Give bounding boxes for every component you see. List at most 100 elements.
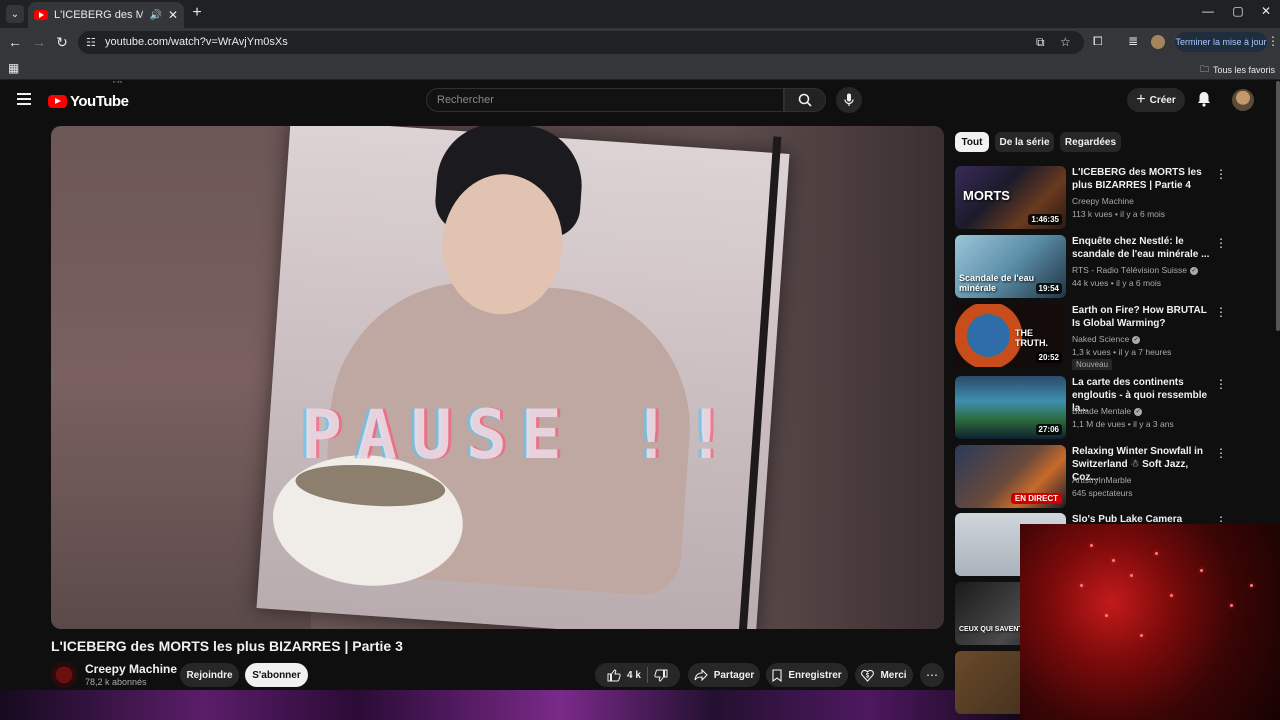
verified-icon: ✓ <box>1189 266 1198 275</box>
like-icon[interactable] <box>607 668 621 682</box>
recommendation-menu-icon[interactable]: ⋮ <box>1215 377 1227 391</box>
share-button[interactable]: Partager <box>688 663 760 687</box>
bookmark-icon <box>772 668 782 682</box>
maximize-icon[interactable]: ▢ <box>1223 4 1253 18</box>
recommendation-meta: 645 spectateurs <box>1072 488 1133 498</box>
recommendation-channel[interactable]: RTS - Radio Télévision Suisse ✓ <box>1072 265 1198 275</box>
light-dot <box>1170 594 1173 597</box>
page-scrollbar[interactable] <box>1276 81 1280 331</box>
video-duration: 19:54 <box>1035 283 1062 294</box>
video-thumbnail[interactable]: MORTS 1:46:35 <box>955 166 1066 229</box>
tab-search-icon[interactable]: ⌄ <box>6 5 24 23</box>
media-controls-icon[interactable]: ≣ <box>1128 34 1138 48</box>
recommendation-channel[interactable]: ArtistryInMarble <box>1072 475 1132 485</box>
recommendation-meta: 1,3 k vues • il y a 7 heures <box>1072 347 1172 357</box>
recommendation-menu-icon[interactable]: ⋮ <box>1215 167 1227 181</box>
reload-icon[interactable]: ↻ <box>53 33 71 51</box>
like-count[interactable]: 4 k <box>627 670 641 681</box>
youtube-page: YouTube FR Rechercher + Créer PAUSE !! L… <box>0 81 1280 720</box>
divider <box>646 667 648 683</box>
browser-profile-avatar[interactable] <box>1151 35 1165 49</box>
youtube-logo[interactable]: YouTube <box>48 93 129 110</box>
recommendation-item[interactable]: THE TRUTH. 20:52 Earth on Fire? How BRUT… <box>955 304 1265 370</box>
cast-icon[interactable]: ⧉ <box>1036 35 1045 50</box>
light-dot <box>1155 552 1158 555</box>
new-tab-icon[interactable]: + <box>188 4 206 22</box>
account-avatar[interactable] <box>1232 89 1254 111</box>
chip-watched[interactable]: Regardées <box>1060 132 1121 152</box>
recommendation-channel[interactable]: Naked Science ✓ <box>1072 334 1141 344</box>
join-button[interactable]: Rejoindre <box>180 663 239 687</box>
notifications-bell-icon[interactable] <box>1197 91 1211 107</box>
channel-name[interactable]: Creepy Machine <box>85 662 177 676</box>
recommendation-item[interactable]: EN DIRECT Relaxing Winter Snowfall in Sw… <box>955 445 1265 510</box>
all-bookmarks-button[interactable]: 🗀 Tous les favoris <box>1200 62 1275 78</box>
thanks-button[interactable]: $ Merci <box>855 663 913 687</box>
apps-grid-icon[interactable]: ▦ <box>8 61 19 75</box>
dislike-icon[interactable] <box>654 669 668 682</box>
search-icon <box>798 93 812 107</box>
site-info-icon[interactable]: ☷ <box>86 36 96 49</box>
voice-search-button[interactable] <box>836 87 862 113</box>
search-placeholder: Rechercher <box>437 94 494 106</box>
light-dot <box>1200 569 1203 572</box>
subscribe-button[interactable]: S'abonner <box>245 663 308 687</box>
thanks-label: Merci <box>880 669 907 681</box>
recommendation-channel[interactable]: Creepy Machine <box>1072 196 1134 206</box>
back-icon[interactable]: ← <box>6 33 24 51</box>
video-thumbnail[interactable]: 27:06 <box>955 376 1066 439</box>
chip-all[interactable]: Tout <box>955 132 989 152</box>
video-player[interactable]: PAUSE !! <box>51 126 944 629</box>
create-label: Créer <box>1149 94 1176 106</box>
thumbnail-text: THE TRUTH. <box>1015 328 1048 348</box>
recommendation-meta: 113 k vues • il y a 6 mois <box>1072 209 1166 219</box>
thumbnail-text: Scandale de l'eau minérale <box>959 273 1035 293</box>
video-title: L'ICEBERG des MORTS les plus BIZARRES | … <box>51 638 403 654</box>
recommendation-item[interactable]: 27:06 La carte des continents engloutis … <box>955 376 1265 441</box>
bookmark-star-icon[interactable]: ☆ <box>1060 35 1071 49</box>
create-button[interactable]: + Créer <box>1127 88 1185 112</box>
browser-menu-icon[interactable]: ⋮ <box>1267 34 1279 48</box>
video-thumbnail[interactable]: THE TRUTH. 20:52 <box>955 304 1066 367</box>
video-thumbnail[interactable]: Scandale de l'eau minérale 19:54 <box>955 235 1066 298</box>
save-button[interactable]: Enregistrer <box>766 663 848 687</box>
minimize-icon[interactable]: — <box>1193 4 1223 18</box>
more-actions-icon[interactable]: ⋯ <box>920 663 944 687</box>
live-badge: EN DIRECT <box>1010 493 1062 504</box>
like-dislike-group: 4 k <box>595 663 680 687</box>
all-bookmarks-label: Tous les favoris <box>1212 65 1275 75</box>
recommendation-title[interactable]: Enquête chez Nestlé: le scandale de l'ea… <box>1072 235 1212 261</box>
channel-name-text: Balade Mentale <box>1072 406 1132 416</box>
url-text[interactable]: youtube.com/watch?v=WrAvjYm0sXs <box>105 36 288 48</box>
channel-name-text: Naked Science <box>1072 334 1130 344</box>
search-input[interactable]: Rechercher <box>426 88 784 112</box>
recommendation-item[interactable]: MORTS 1:46:35 L'ICEBERG des MORTS les pl… <box>955 166 1265 231</box>
recommendation-meta: 44 k vues • il y a 6 mois <box>1072 278 1161 288</box>
video-thumbnail[interactable]: EN DIRECT <box>955 445 1066 508</box>
recommendation-title[interactable]: L'ICEBERG des MORTS les plus BIZARRES | … <box>1072 166 1212 192</box>
forward-icon[interactable]: → <box>30 33 48 51</box>
bookmarks-bar: ▦ 🗀 Tous les favoris <box>0 56 1280 80</box>
browser-tab-strip: ⌄ L'ICEBERG des MORTS les p 🔊 ✕ + — ▢ ✕ <box>0 0 1280 28</box>
menu-icon[interactable] <box>17 93 31 105</box>
browser-tab[interactable]: L'ICEBERG des MORTS les p 🔊 ✕ <box>28 2 184 28</box>
channel-avatar[interactable] <box>51 662 77 688</box>
close-window-icon[interactable]: ✕ <box>1251 4 1280 18</box>
super-thanks-icon: $ <box>861 669 875 682</box>
update-button[interactable]: Terminer la mise à jour <box>1175 32 1267 52</box>
extensions-icon[interactable]: ⧠ <box>1093 34 1103 49</box>
recommendation-menu-icon[interactable]: ⋮ <box>1215 446 1227 460</box>
address-bar[interactable]: ☷ youtube.com/watch?v=WrAvjYm0sXs ⧉ ☆ <box>78 31 1084 54</box>
recommendation-menu-icon[interactable]: ⋮ <box>1215 305 1227 319</box>
share-icon <box>694 669 708 681</box>
recommendation-item[interactable]: Scandale de l'eau minérale 19:54 Enquête… <box>955 235 1265 300</box>
recommendation-menu-icon[interactable]: ⋮ <box>1215 236 1227 250</box>
search-button[interactable] <box>784 88 826 112</box>
country-code: FR <box>113 81 123 85</box>
chip-series[interactable]: De la série <box>995 132 1054 152</box>
light-dot <box>1105 614 1108 617</box>
recommendation-channel[interactable]: Balade Mentale ✓ <box>1072 406 1143 416</box>
audio-playing-icon[interactable]: 🔊 <box>149 10 161 21</box>
tab-close-icon[interactable]: ✕ <box>168 8 178 22</box>
recommendation-title[interactable]: Earth on Fire? How BRUTAL Is Global Warm… <box>1072 304 1212 330</box>
